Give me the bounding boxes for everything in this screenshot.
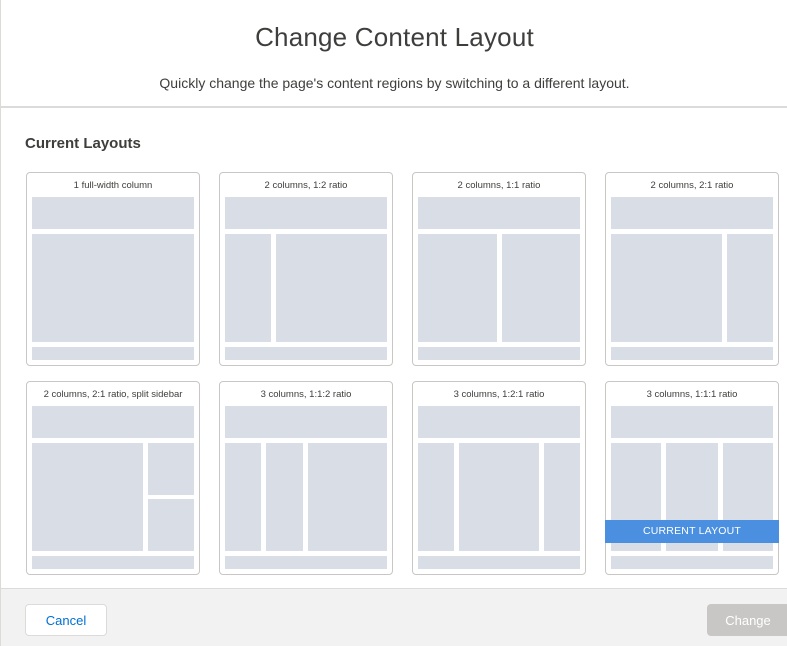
column-region [308,443,387,551]
footer-region [225,556,387,569]
sidebar-bottom-region [148,499,194,551]
column-region [276,234,387,342]
layout-card-3col-1-1-1[interactable]: 3 columns, 1:1:1 ratio CURRENT LAYOUT [605,381,779,575]
footer-region [32,556,194,569]
layout-card-label: 2 columns, 1:2 ratio [264,180,348,191]
header-region [32,197,194,229]
current-layout-badge: CURRENT LAYOUT [605,520,779,543]
modal-footer: Cancel Change [1,588,787,646]
column-region [418,443,454,551]
modal-subtitle: Quickly change the page's content region… [159,75,630,91]
footer-region [418,347,580,360]
layout-card-label: 1 full-width column [73,180,153,191]
cancel-button[interactable]: Cancel [25,604,107,636]
header-region [418,406,580,438]
footer-region [611,347,773,360]
layout-card-label: 2 columns, 2:1 ratio, split sidebar [43,389,183,400]
layout-card-2col-2-1-split-sidebar[interactable]: 2 columns, 2:1 ratio, split sidebar [26,381,200,575]
layout-card-1-full-width[interactable]: 1 full-width column [26,172,200,366]
header-region [611,406,773,438]
header-region [418,197,580,229]
layout-card-label: 3 columns, 1:1:1 ratio [646,389,738,400]
column-region [611,234,722,342]
layout-card-label: 2 columns, 1:1 ratio [457,180,541,191]
layout-card-3col-1-2-1[interactable]: 3 columns, 1:2:1 ratio [412,381,586,575]
sidebar-top-region [148,443,194,495]
header-region [611,197,773,229]
layout-card-2col-2-1[interactable]: 2 columns, 2:1 ratio [605,172,779,366]
column-region [544,443,580,551]
layout-card-label: 3 columns, 1:1:2 ratio [260,389,352,400]
footer-region [418,556,580,569]
footer-region [611,556,773,569]
header-region [225,197,387,229]
column-region [32,443,143,551]
change-button[interactable]: Change [707,604,787,636]
header-region [225,406,387,438]
modal-header: Change Content Layout Quickly change the… [1,0,787,108]
column-region [266,443,303,551]
layout-card-2col-1-2[interactable]: 2 columns, 1:2 ratio [219,172,393,366]
column-region [502,234,580,342]
layout-card-label: 3 columns, 1:2:1 ratio [453,389,545,400]
change-layout-modal: Change Content Layout Quickly change the… [0,0,787,646]
modal-title: Change Content Layout [255,22,534,52]
footer-region [32,347,194,360]
layout-card-3col-1-1-2[interactable]: 3 columns, 1:1:2 ratio [219,381,393,575]
header-region [32,406,194,438]
section-title: Current Layouts [25,135,141,152]
footer-region [225,347,387,360]
column-region [727,234,773,342]
column-region [225,443,261,551]
main-region [32,234,194,342]
column-region [225,234,271,342]
layout-card-2col-1-1[interactable]: 2 columns, 1:1 ratio [412,172,586,366]
column-region [459,443,539,551]
column-region [418,234,497,342]
layout-card-label: 2 columns, 2:1 ratio [650,180,734,191]
